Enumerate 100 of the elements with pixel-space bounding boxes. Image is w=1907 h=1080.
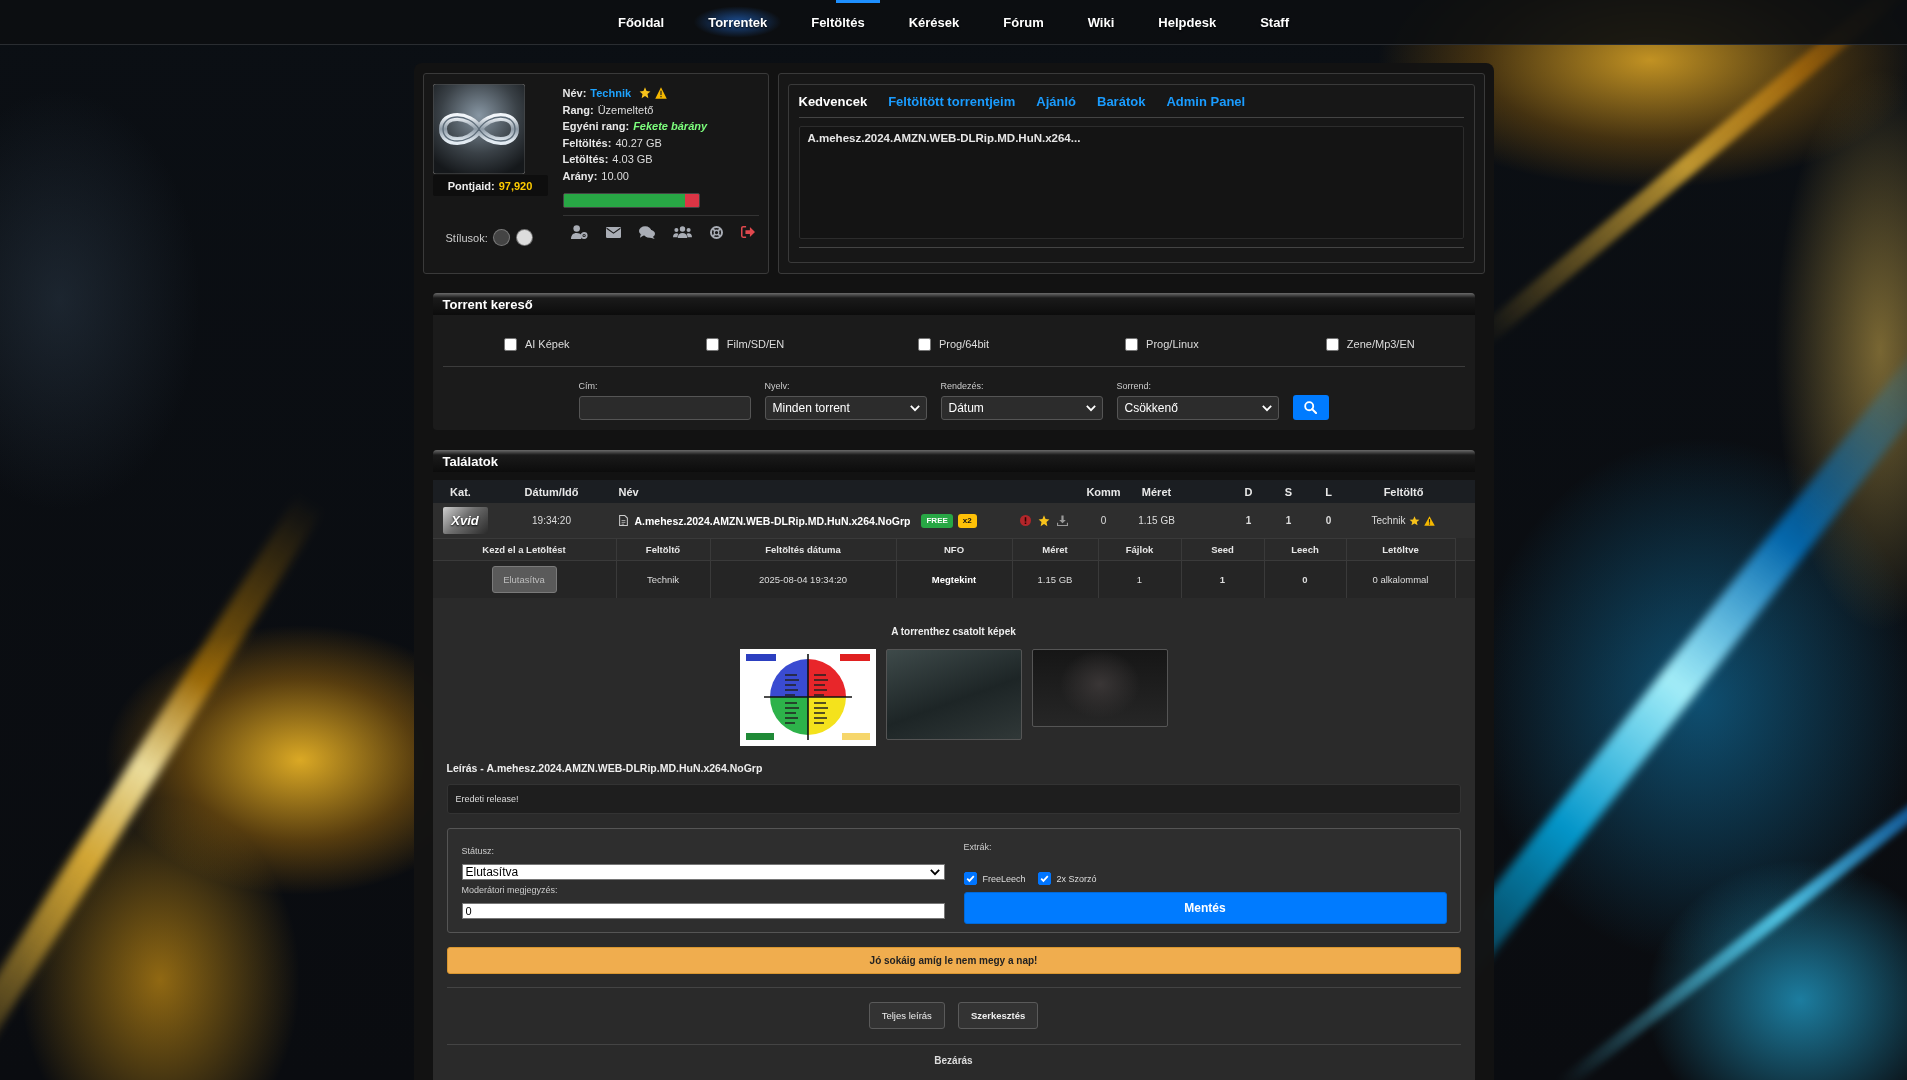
tab[interactable]: Feltöltött torrentjeim	[888, 94, 1016, 109]
checkbox[interactable]	[917, 337, 931, 351]
warning-icon	[1424, 515, 1436, 526]
checkbox[interactable]	[705, 337, 719, 351]
quadrant-diagram-drawing[interactable]	[739, 649, 876, 746]
column-header: L	[1324, 485, 1333, 498]
nav-link[interactable]: Kérések	[886, 0, 982, 44]
checkbox[interactable]	[1125, 337, 1139, 351]
nav-link[interactable]: Feltöltés	[789, 0, 887, 44]
note-input[interactable]: 0	[461, 903, 945, 919]
field-label: Státusz:	[461, 846, 494, 857]
chevron-down-icon	[929, 868, 940, 876]
logout-icon[interactable]	[740, 226, 755, 238]
exclamation-icon	[1019, 515, 1031, 526]
nav-link[interactable]: Staff	[1238, 0, 1312, 44]
column-header: Dátum/Idő	[523, 485, 580, 498]
column-header: Méret	[1140, 485, 1173, 498]
checkbox-label: Prog/64bit	[938, 338, 990, 350]
uploader-link[interactable]: Technik	[1371, 515, 1406, 526]
section-header: Torrent kereső	[432, 293, 1475, 315]
table-cell-text: 19:34:20	[531, 515, 572, 526]
dropdown-select[interactable]: Csökkenő	[1116, 396, 1279, 420]
action-button[interactable]: Teljes leírás	[868, 1002, 945, 1029]
favorite-item[interactable]: A.mehesz.2024.AMZN.WEB-DLRip.MD.HuN.x264...	[807, 132, 1455, 144]
profile-label: Feltöltés:	[562, 135, 612, 151]
checkbox[interactable]	[1325, 337, 1339, 351]
message-banner: Jó sokáig amíg le nem megy a nap!	[446, 947, 1461, 974]
table-row[interactable]: Xvid 19:34:20 A.mehesz.2024.AMZN.WEB-DLRip.MD.HuN.x264.NoGrp FREE x2 0 1.15 GB 1 1 0 Technik	[432, 503, 1475, 538]
styles-label: Stílusok:	[445, 231, 488, 244]
users-icon[interactable]	[672, 226, 692, 238]
checkbox-label: 2x Szorzó	[1056, 873, 1097, 884]
save-button[interactable]: Mentés	[963, 892, 1447, 924]
profile-value: 4.03 GB	[612, 152, 653, 167]
points-value: 97,920	[498, 179, 533, 192]
field-label: Extrák:	[963, 842, 992, 853]
nfo-link[interactable]: Megtekint	[931, 574, 977, 585]
column-header: Komm	[1085, 485, 1122, 498]
profile-value: 10.00	[601, 168, 629, 184]
nav-link[interactable]: Főoldal	[595, 0, 687, 44]
star-icon	[1409, 515, 1421, 526]
tab[interactable]: Ajánló	[1036, 94, 1076, 109]
description-text: Eredeti release!	[446, 784, 1461, 814]
life-ring-icon[interactable]	[709, 225, 723, 239]
profile-label: Arány:	[562, 168, 598, 184]
envelope-icon[interactable]	[605, 226, 621, 238]
checkbox-label: FreeLeech	[982, 873, 1026, 884]
checkbox-label: Zene/Mp3/EN	[1346, 338, 1415, 350]
nav-link[interactable]: Helpdesk	[1136, 0, 1239, 44]
text-input[interactable]	[578, 396, 751, 420]
status-badge: FREE	[921, 513, 953, 528]
username-link[interactable]: Technik	[590, 85, 632, 102]
dropdown-select[interactable]: Minden torrent	[764, 396, 927, 420]
theme-swatch[interactable]	[493, 230, 509, 245]
category-logo[interactable]: Xvid	[442, 507, 488, 534]
checkbox[interactable]	[1037, 872, 1051, 885]
profile-value: Üzemeltető	[597, 102, 654, 118]
profile-value: 40.27 GB	[615, 135, 662, 151]
profile-label: Egyéni rang:	[562, 119, 630, 134]
close-link[interactable]: Bezárás	[934, 1054, 973, 1068]
progress-indicator	[836, 0, 880, 3]
table-cell-text: 1.15 GB	[1137, 515, 1176, 526]
profile-value: Fekete bárány	[633, 119, 708, 134]
chevron-down-icon	[909, 404, 920, 412]
file-icon	[618, 515, 628, 526]
column-header: Feltöltő	[1382, 485, 1425, 498]
table-cell-text: 0	[1099, 515, 1108, 526]
tab[interactable]: Kedvencek	[798, 94, 868, 109]
dropdown-select[interactable]: Dátum	[940, 396, 1103, 420]
photo-placeholder[interactable]	[1031, 649, 1168, 727]
checkbox-label: AI Képek	[524, 338, 570, 350]
checkbox[interactable]	[503, 337, 517, 351]
chevron-down-icon	[1261, 404, 1272, 412]
checkbox[interactable]	[963, 872, 977, 885]
theme-swatch[interactable]	[516, 230, 532, 245]
tab[interactable]: Barátok	[1097, 94, 1146, 109]
action-button[interactable]: Szerkesztés	[957, 1002, 1039, 1029]
section-header: Találatok	[432, 450, 1475, 472]
star-icon	[639, 87, 652, 100]
table-cell-text: 1	[1244, 515, 1253, 526]
tab[interactable]: Admin Panel	[1166, 94, 1246, 109]
column-header: Név	[617, 485, 640, 498]
status-badge: x2	[957, 513, 977, 528]
download-icon[interactable]	[1056, 515, 1068, 526]
nav-link[interactable]: Fórum	[981, 0, 1066, 44]
user-settings-icon[interactable]	[570, 225, 588, 239]
star-icon[interactable]	[1037, 514, 1050, 527]
search-button[interactable]	[1292, 395, 1329, 420]
torrent-name-link[interactable]: A.mehesz.2024.AMZN.WEB-DLRip.MD.HuN.x264.NoGrp	[634, 514, 911, 527]
attachments-title: A torrenthez csatolt képek	[891, 625, 1016, 639]
checkbox-label: Film/SD/EN	[726, 338, 785, 350]
column-header: Kat.	[449, 485, 472, 498]
checkbox-label: Prog/Linux	[1146, 338, 1199, 350]
chat-bubbles-icon[interactable]	[638, 225, 655, 239]
status-select[interactable]: Elutasítva	[461, 864, 945, 880]
column-header: D	[1243, 485, 1254, 498]
nav-link[interactable]: Wiki	[1065, 0, 1137, 44]
field-label: Sorrend:	[1116, 381, 1152, 392]
profile-label: Letöltés:	[562, 152, 609, 167]
warning-icon	[655, 87, 668, 100]
profile-label: Név:	[562, 86, 587, 101]
